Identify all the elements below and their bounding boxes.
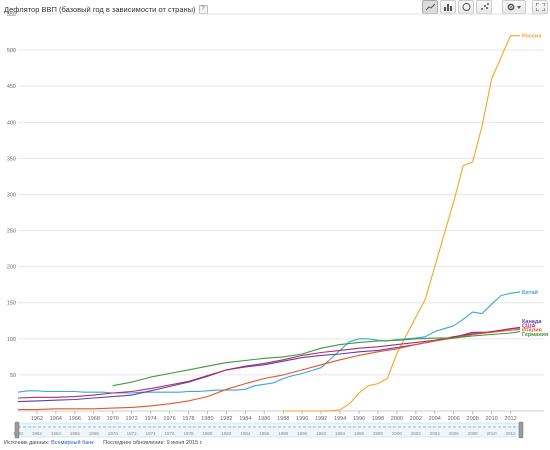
timeline-label: 1964 <box>51 431 62 436</box>
legend-label: Россия <box>522 34 542 40</box>
x-tick-label: 1970 <box>107 416 119 422</box>
x-tick-label: 2010 <box>485 416 497 422</box>
timeline-label: 2012 <box>506 431 517 436</box>
x-tick-label: 1964 <box>50 416 62 422</box>
y-tick-label: 200 <box>7 265 16 271</box>
timeline-label: 1968 <box>89 431 100 436</box>
x-tick-label: 1994 <box>334 416 346 422</box>
legend-label: Китай <box>522 289 538 296</box>
last-updated: Последнее обновление: 9 июня 2015 г. <box>103 440 203 446</box>
y-tick-label: 550 <box>7 12 16 18</box>
timeline-label: 2000 <box>392 431 403 436</box>
x-axis: 1962 1964 1966 1968 1970 1972 1974 1976 1978 1980… <box>31 411 517 422</box>
y-tick-label: 250 <box>7 229 16 235</box>
x-tick-label: 1962 <box>31 416 43 422</box>
source-label: Источник данных: <box>4 440 50 446</box>
chart-svg: 50100150200250300350400450500550 1962 196… <box>7 12 548 439</box>
x-tick-label: 1998 <box>372 416 384 422</box>
x-tick-label: 2004 <box>429 416 441 422</box>
timeline-label: 1982 <box>221 431 232 436</box>
timeline-label: 1976 <box>165 431 176 436</box>
timeline-label: 1992 <box>316 431 327 436</box>
series-line[interactable] <box>112 331 521 387</box>
x-tick-label: 1968 <box>88 416 100 422</box>
x-tick-label: 1988 <box>277 416 289 422</box>
timeline-label: 1986 <box>259 431 270 436</box>
x-tick-label: 1978 <box>182 416 194 422</box>
timeline-handle-left[interactable] <box>14 421 20 439</box>
x-tick-label: 1984 <box>239 416 251 422</box>
legend-label: Германия <box>522 332 548 338</box>
y-tick-label: 300 <box>7 192 16 198</box>
x-tick-label: 1992 <box>315 416 327 422</box>
x-tick-label: 1982 <box>220 416 232 422</box>
series-line[interactable] <box>283 35 520 412</box>
footer: Источник данных: Всемирный банк Последне… <box>4 440 203 446</box>
timeline-label: 1984 <box>240 431 251 436</box>
x-tick-label: 1974 <box>144 416 156 422</box>
timeline-label: 1980 <box>202 431 213 436</box>
series-lines <box>17 35 521 412</box>
x-tick-label: 2012 <box>504 416 516 422</box>
y-tick-label: 350 <box>7 156 16 162</box>
timeline-label: 1978 <box>183 431 194 436</box>
x-tick-label: 1972 <box>126 416 138 422</box>
y-tick-label: 50 <box>10 373 16 379</box>
x-tick-label: 2000 <box>391 416 403 422</box>
y-tick-label: 450 <box>7 84 16 90</box>
x-tick-label: 1986 <box>258 416 270 422</box>
timeline-label: 1996 <box>354 431 365 436</box>
timeline-label: 1974 <box>146 431 157 436</box>
timeline-label: 1998 <box>373 431 384 436</box>
x-tick-label: 1990 <box>296 416 308 422</box>
y-axis: 50 100 150 200 250 300 350 400 450 500 550 <box>7 12 16 379</box>
timeline-label: 1966 <box>70 431 81 436</box>
y-tick-label: 400 <box>7 120 16 126</box>
timeline-label: 1988 <box>278 431 289 436</box>
timeline-label: 2002 <box>411 431 422 436</box>
timeline-label: 2008 <box>468 431 479 436</box>
x-tick-label: 2006 <box>448 416 460 422</box>
timeline-label: 1972 <box>127 431 138 436</box>
y-tick-label: 500 <box>7 48 16 54</box>
x-tick-label: 1966 <box>69 416 81 422</box>
timeline-label: 1962 <box>32 431 43 436</box>
x-tick-label: 2008 <box>467 416 479 422</box>
legend: РоссияКитайКанадаСШАИталияГермания <box>522 34 548 338</box>
x-tick-label: 1976 <box>163 416 175 422</box>
timeline-label: 1990 <box>297 431 308 436</box>
x-tick-label: 2002 <box>410 416 422 422</box>
timeline-label: 1994 <box>335 431 346 436</box>
timeline-label: 1970 <box>108 431 119 436</box>
y-tick-label: 150 <box>7 301 16 307</box>
x-tick-label: 1980 <box>201 416 213 422</box>
source-link[interactable]: Всемирный банк <box>51 440 94 446</box>
timeline[interactable]: 1960196219641966196819701972197419761978… <box>13 421 524 439</box>
x-tick-label: 1996 <box>353 416 365 422</box>
timeline-label: 2004 <box>430 431 441 436</box>
timeline-label: 2010 <box>487 431 498 436</box>
timeline-handle-right[interactable] <box>518 421 524 439</box>
timeline-label: 2006 <box>449 431 460 436</box>
y-tick-label: 100 <box>7 337 16 343</box>
grid <box>18 13 544 412</box>
